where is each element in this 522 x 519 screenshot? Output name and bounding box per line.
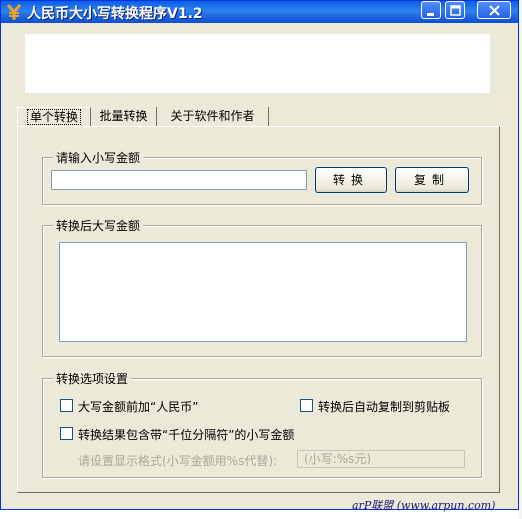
result-textarea[interactable]	[59, 242, 467, 342]
minimize-icon	[427, 13, 434, 16]
output-group-label: 转换后大写金额	[53, 217, 144, 234]
tab-batch-convert[interactable]: 批量转换	[91, 107, 157, 127]
tab-single-convert[interactable]: 单个转换	[17, 107, 91, 127]
convert-button[interactable]: 转换	[315, 167, 387, 193]
minimize-button[interactable]	[421, 1, 441, 19]
tab-about[interactable]: 关于软件和作者	[157, 107, 269, 127]
amount-input[interactable]	[51, 170, 307, 190]
close-icon	[489, 5, 500, 16]
title-bar[interactable]: 人民币大小写转换程序V1.2	[1, 1, 518, 23]
input-group: 请输入小写金额 转换 复制	[42, 149, 482, 205]
auto-copy-label: 转换后自动复制到剪贴板	[318, 400, 451, 414]
prefix-rmb-checkbox[interactable]	[60, 399, 73, 412]
maximize-button[interactable]	[445, 1, 465, 19]
main-window: 人民币大小写转换程序V1.2 单个转换 批量转换 关于软件和作者 请输入小写金额…	[0, 0, 519, 510]
tab-panel: 请输入小写金额 转换 复制 转换后大写金额 转换选项设置 大写金额前加“人民币”…	[17, 126, 500, 493]
maximize-icon	[450, 5, 461, 16]
copy-button[interactable]: 复制	[395, 167, 469, 193]
format-input[interactable]: (小写:%s元)	[297, 450, 465, 468]
yen-icon	[6, 4, 22, 20]
auto-copy-checkbox[interactable]	[300, 399, 313, 412]
close-button[interactable]	[477, 1, 511, 19]
tab-single-convert-label: 单个转换	[26, 109, 81, 125]
prefix-rmb-label: 大写金额前加“人民币”	[78, 400, 199, 414]
options-group: 转换选项设置 大写金额前加“人民币” 转换后自动复制到剪贴板 转换结果包含带“千…	[42, 370, 482, 478]
output-group: 转换后大写金额	[42, 217, 482, 357]
include-separator-label: 转换结果包含带“千位分隔符”的小写金额	[78, 428, 295, 442]
input-group-label: 请输入小写金额	[53, 149, 144, 166]
window-title: 人民币大小写转换程序V1.2	[27, 6, 203, 22]
options-group-label: 转换选项设置	[53, 370, 132, 387]
include-separator-checkbox[interactable]	[60, 427, 73, 440]
format-label: 请设置显示格式(小写金额用%s代替):	[78, 454, 278, 468]
banner-area	[25, 34, 490, 93]
watermark-text: arP联盟 (www.arpun.com)	[352, 499, 496, 512]
